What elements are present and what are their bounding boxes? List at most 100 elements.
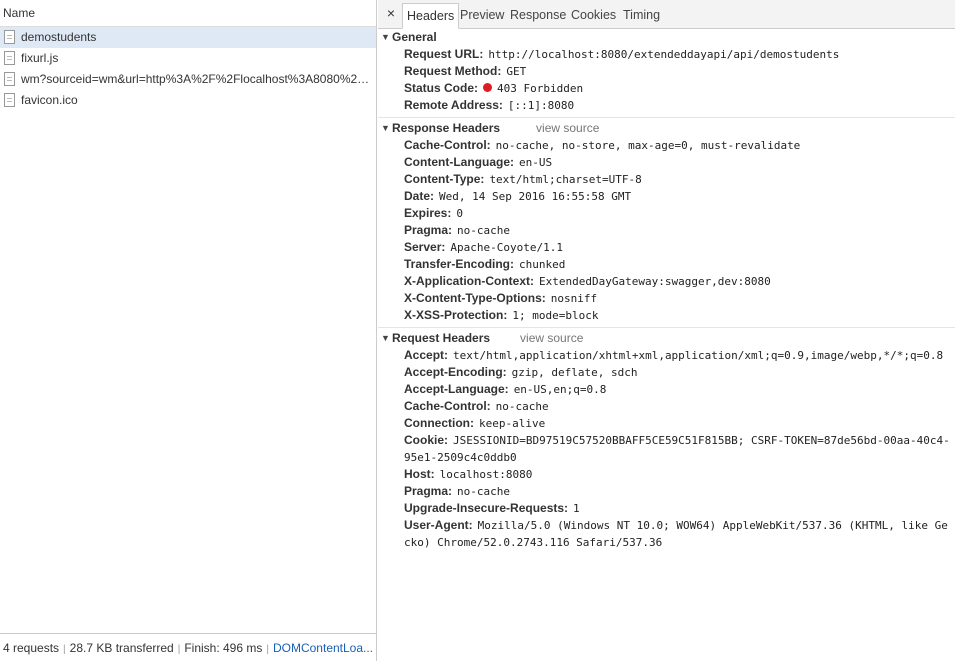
header-key: Remote Address: [404, 98, 503, 112]
header-value: en-US,en;q=0.8 [513, 383, 607, 396]
request-details-panel: × Headers Preview Response Cookies Timin… [378, 0, 955, 661]
header-value: no-cache, no-store, max-age=0, must-reva… [495, 139, 801, 152]
request-row[interactable]: favicon.ico [0, 90, 376, 111]
header-value: [::1]:8080 [507, 99, 575, 112]
request-name: favicon.ico [21, 93, 78, 107]
header-key: Accept-Encoding: [404, 365, 507, 379]
header-value: 1 [573, 502, 580, 515]
header-row: Status Code: 403 Forbidden [378, 80, 955, 97]
expand-triangle-icon: ▼ [381, 123, 390, 133]
view-source-link[interactable]: view source [536, 121, 599, 135]
header-row: Accept-Encoding: gzip, deflate, sdch [378, 364, 955, 381]
general-section-header[interactable]: ▼ General [378, 29, 955, 46]
header-value: keep-alive [479, 417, 546, 430]
header-row: Transfer-Encoding: chunked [378, 256, 955, 273]
header-row: Request URL: http://localhost:8080/extend… [378, 46, 955, 63]
request-name: demostudents [21, 30, 97, 44]
request-count: 4 requests [3, 641, 60, 655]
name-column-header[interactable]: Name [0, 0, 376, 27]
header-row: Cache-Control: no-cache, no-store, max-ag… [378, 137, 955, 154]
request-name: fixurl.js [21, 51, 59, 65]
header-value: no-cache [457, 485, 511, 498]
header-key: Expires: [404, 206, 452, 220]
header-row: User-Agent: Mozilla/5.0 (Windows NT 10.0;… [378, 517, 955, 551]
header-row: Content-Type: text/html;charset=UTF-8 [378, 171, 955, 188]
separator: | [177, 644, 181, 655]
response-headers-section: ▼ Response Headers view source Cache-Contr… [378, 120, 955, 324]
header-key: Cookie: [404, 433, 449, 447]
request-name: wm?sourceid=wm&url=http%3A%2F%2Flocalhos… [21, 72, 373, 86]
header-row: Cookie: JSESSIONID=BD97519C57520BBAFF5CE5… [378, 432, 955, 466]
request-headers-section: ▼ Request Headers view source Accept: text/… [378, 330, 955, 551]
section-title: General [392, 30, 437, 44]
document-icon [4, 51, 15, 65]
header-value: gzip, deflate, sdch [511, 366, 638, 379]
header-key: Pragma: [404, 484, 453, 498]
header-value: en-US [519, 156, 553, 169]
view-source-link[interactable]: view source [520, 331, 583, 345]
header-value: Mozilla/5.0 (Windows NT 10.0; WOW64) App… [404, 519, 948, 549]
header-value: no-cache [495, 400, 549, 413]
header-row: Accept-Language: en-US,en;q=0.8 [378, 381, 955, 398]
header-value: localhost:8080 [439, 468, 533, 481]
header-value: text/html;charset=UTF-8 [489, 173, 642, 186]
details-tabbar: × Headers Preview Response Cookies Timin… [378, 0, 955, 29]
header-value: 403 Forbidden [497, 82, 584, 95]
header-row: X-Content-Type-Options: nosniff [378, 290, 955, 307]
domcontentloaded-time: DOMContentLoa... [272, 641, 374, 655]
header-row: Accept: text/html,application/xhtml+xml,a… [378, 347, 955, 364]
section-title: Response Headers [392, 121, 501, 135]
header-row: X-Application-Context: ExtendedDayGateway… [378, 273, 955, 290]
separator: | [63, 644, 66, 655]
response-headers-section-header[interactable]: ▼ Response Headers view source [378, 120, 955, 137]
header-row: Connection: keep-alive [378, 415, 955, 432]
tab-cookies[interactable]: Cookies [567, 3, 620, 29]
header-value: Wed, 14 Sep 2016 16:55:58 GMT [439, 190, 632, 203]
header-value: JSESSIONID=BD97519C57520BBAFF5CE59C51F81… [404, 434, 950, 464]
header-row: Cache-Control: no-cache [378, 398, 955, 415]
header-key: Pragma: [404, 223, 453, 237]
transferred-size: 28.7 KB transferred [69, 641, 174, 655]
header-row: Content-Language: en-US [378, 154, 955, 171]
close-icon[interactable]: × [384, 6, 398, 20]
header-key: X-XSS-Protection: [404, 308, 508, 322]
expand-triangle-icon: ▼ [381, 32, 390, 42]
separator: | [266, 644, 269, 655]
divider [378, 117, 955, 118]
requests-panel: Name demostudents fixurl.js wm?sourceid=… [0, 0, 377, 661]
tab-preview[interactable]: Preview [456, 3, 508, 29]
header-value: chunked [519, 258, 566, 271]
tab-response[interactable]: Response [506, 3, 570, 29]
request-headers-section-header[interactable]: ▼ Request Headers view source [378, 330, 955, 347]
header-value: 1; mode=block [512, 309, 599, 322]
header-key: Cache-Control: [404, 138, 491, 152]
header-row: Host: localhost:8080 [378, 466, 955, 483]
header-key: Content-Type: [404, 172, 485, 186]
header-row: Request Method: GET [378, 63, 955, 80]
header-value: 0 [456, 207, 463, 220]
request-row[interactable]: fixurl.js [0, 48, 376, 69]
header-key: Connection: [404, 416, 474, 430]
header-key: Server: [404, 240, 446, 254]
header-row: Remote Address: [::1]:8080 [378, 97, 955, 114]
header-value: http://localhost:8080/extendeddayapi/api… [488, 48, 840, 61]
request-row[interactable]: demostudents [0, 27, 376, 48]
header-key: Content-Language: [404, 155, 514, 169]
header-value: nosniff [550, 292, 598, 305]
request-list: demostudents fixurl.js wm?sourceid=wm&ur… [0, 27, 376, 111]
divider [378, 327, 955, 328]
tab-headers[interactable]: Headers [402, 3, 460, 29]
header-key: Date: [404, 189, 435, 203]
header-key: Cache-Control: [404, 399, 491, 413]
header-key: Upgrade-Insecure-Requests: [404, 501, 569, 515]
header-key: Transfer-Encoding: [404, 257, 515, 271]
header-value: no-cache [457, 224, 511, 237]
tab-timing[interactable]: Timing [619, 3, 664, 29]
header-key: Accept-Language: [404, 382, 509, 396]
general-section: ▼ General Request URL: http://localhost:80… [378, 29, 955, 114]
header-key: Host: [404, 467, 435, 481]
request-row[interactable]: wm?sourceid=wm&url=http%3A%2F%2Flocalhos… [0, 69, 376, 90]
header-key: Request Method: [404, 64, 502, 78]
header-value: ExtendedDayGateway:swagger,dev:8080 [539, 275, 771, 288]
header-row: Expires: 0 [378, 205, 955, 222]
